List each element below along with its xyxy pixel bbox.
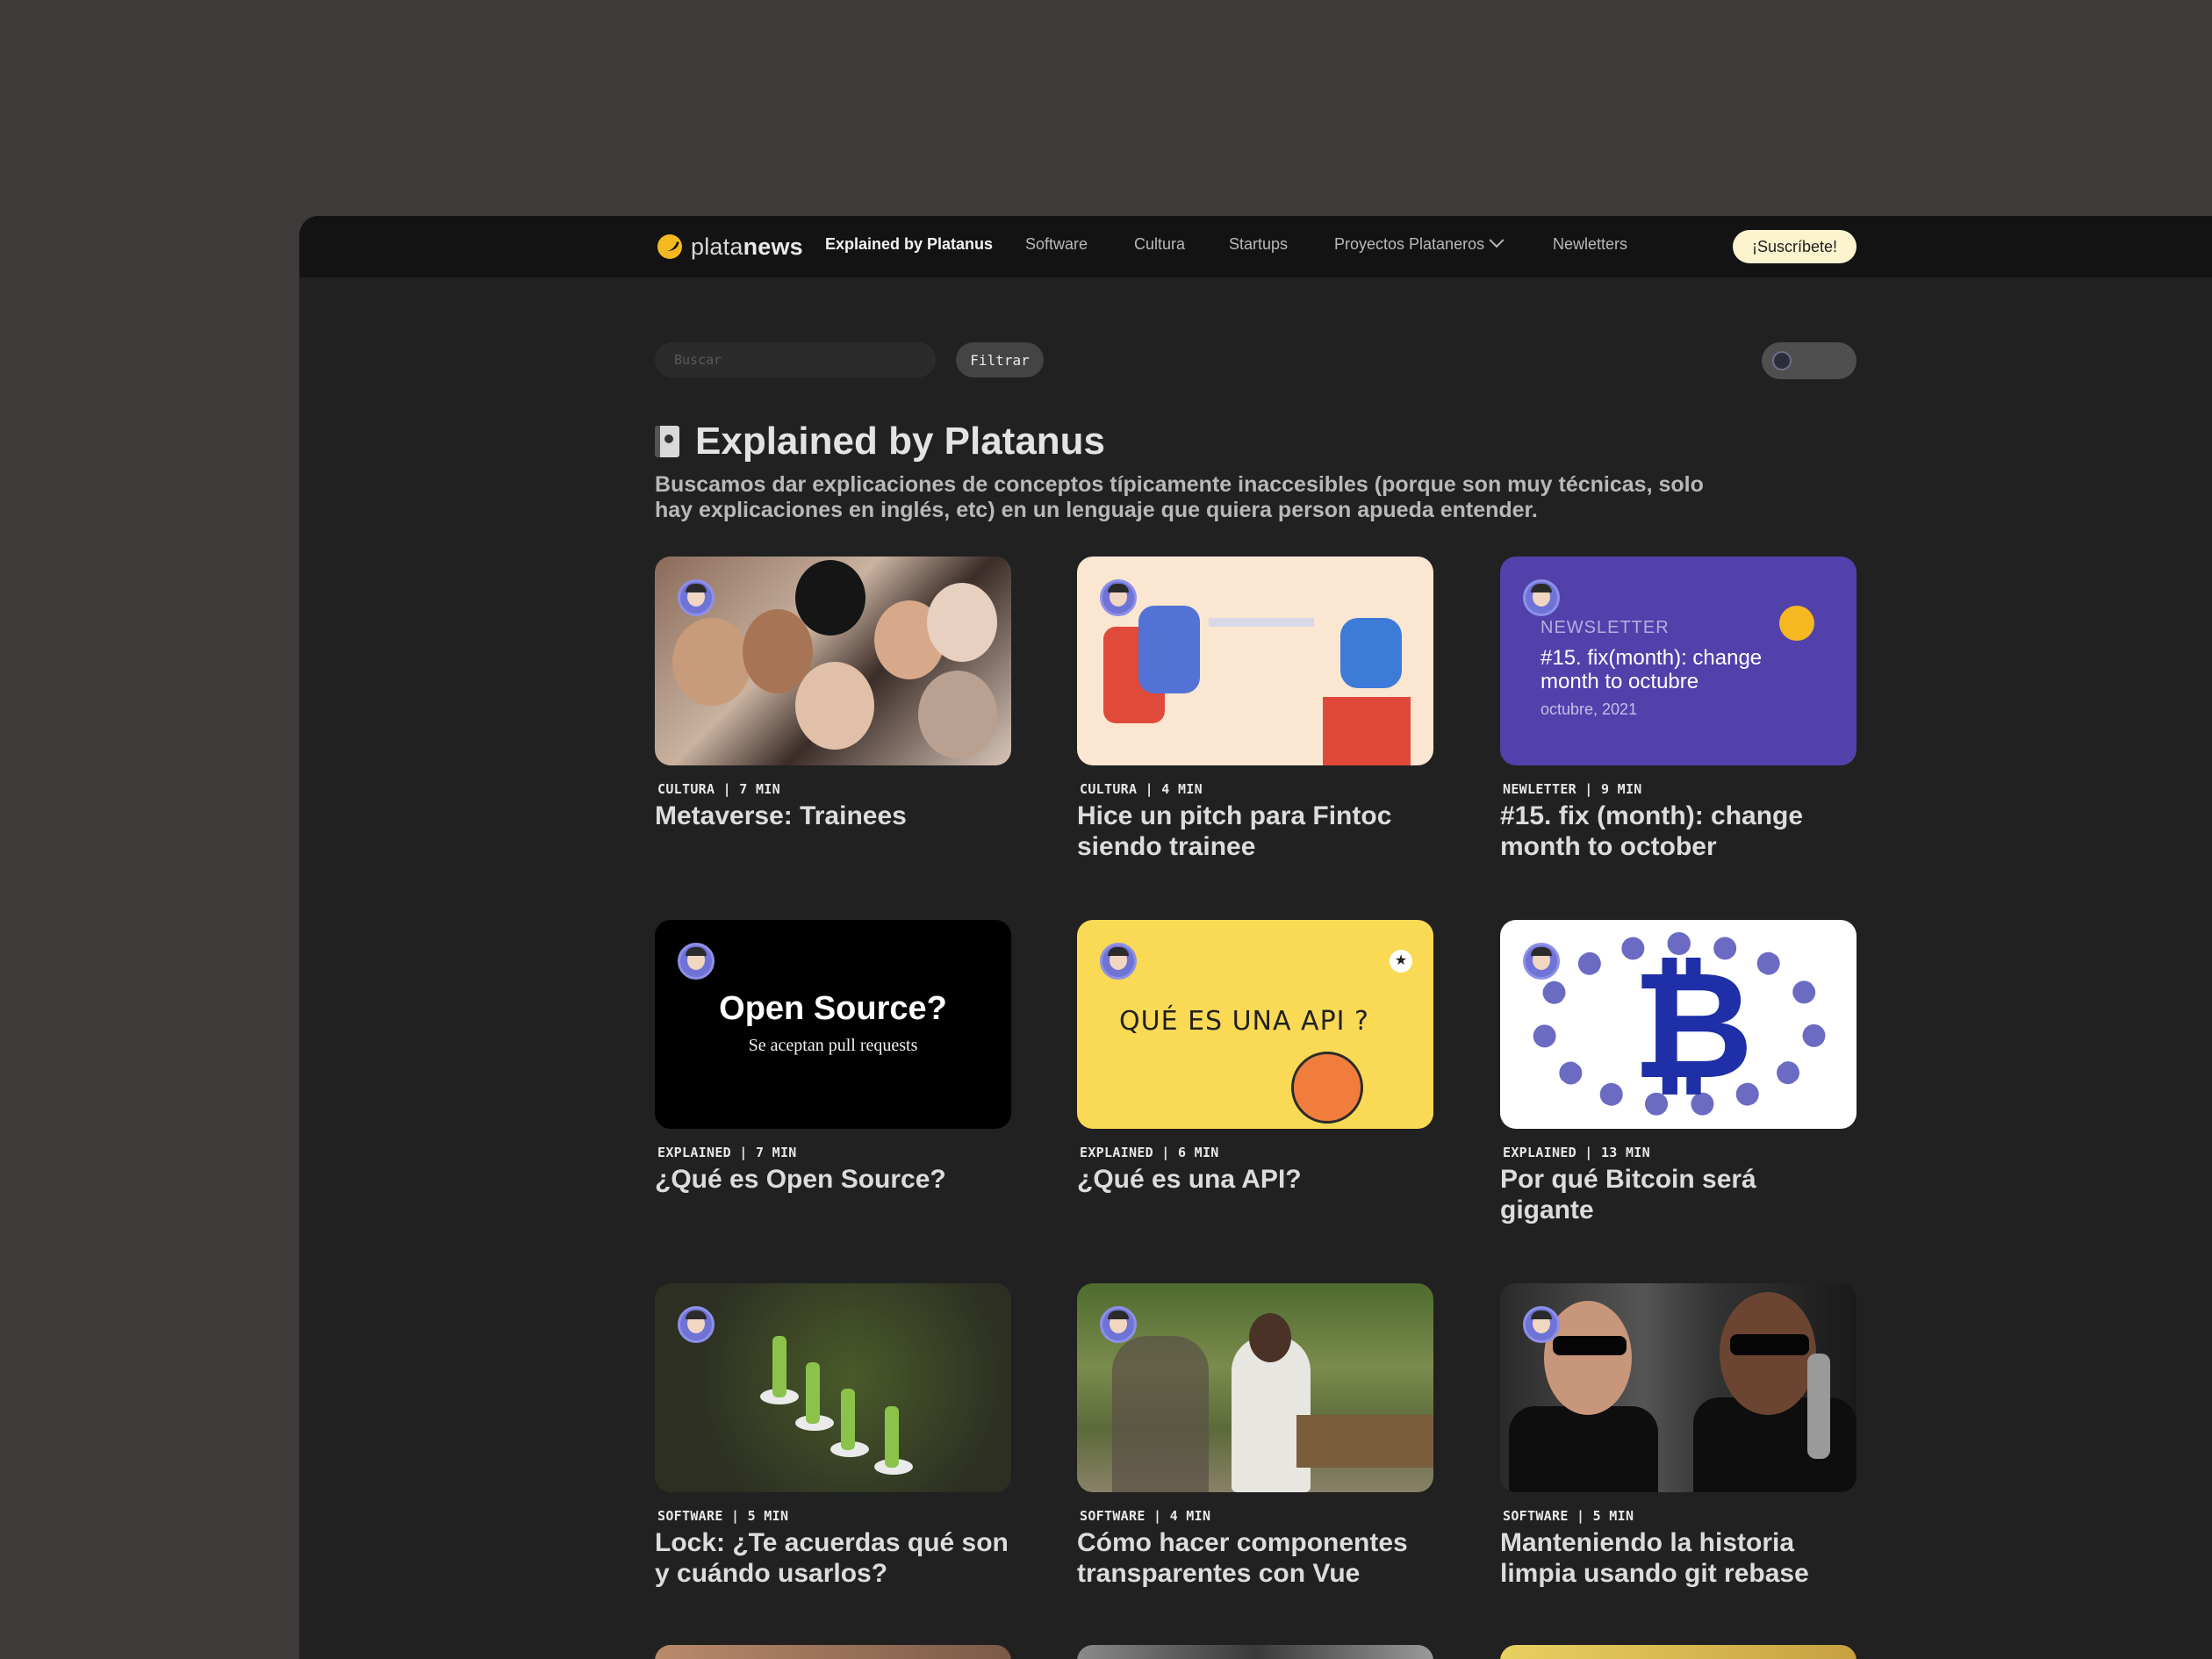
- post-title[interactable]: Metaverse: Trainees: [655, 801, 1011, 831]
- search-input[interactable]: [655, 342, 936, 377]
- post-meta: EXPLAINED | 6 MIN: [1080, 1145, 1219, 1160]
- post-meta: CULTURA | 4 MIN: [1080, 781, 1203, 797]
- post-card[interactable]: SOFTWARE | 4 MIN Cómo hacer componentes …: [1077, 1283, 1433, 1589]
- post-card[interactable]: ₿ EXPLAINED | 13 MIN Por qué Bitcoin ser…: [1500, 920, 1856, 1225]
- nav-item-explained[interactable]: Explained by Platanus: [825, 235, 993, 254]
- post-title[interactable]: Lock: ¿Te acuerdas qué son y cuándo usar…: [655, 1527, 1011, 1589]
- nav-item-proyectos-label: Proyectos Plataneros: [1334, 235, 1485, 253]
- platanews-logo[interactable]: platanews: [657, 230, 803, 263]
- thumbnail-title: Open Source?: [719, 990, 947, 1027]
- post-title[interactable]: ¿Qué es una API?: [1077, 1164, 1433, 1195]
- post-card[interactable]: SOFTWARE | 5 MIN Manteniendo la historia…: [1500, 1283, 1856, 1589]
- author-avatar: [678, 943, 715, 980]
- post-card[interactable]: CULTURA | 4 MIN Hice un pitch para Finto…: [1077, 557, 1433, 862]
- author-avatar: [1100, 579, 1137, 616]
- nav-item-newletters[interactable]: Newletters: [1553, 235, 1627, 254]
- post-title[interactable]: #15. fix (month): change month to octobe…: [1500, 801, 1856, 862]
- newsletter-label: NEWSLETTER: [1540, 618, 1670, 637]
- star-icon: ★: [1390, 950, 1412, 973]
- author-avatar: [1523, 943, 1560, 980]
- author-avatar: [1100, 1306, 1137, 1343]
- filter-button[interactable]: Filtrar: [956, 342, 1044, 377]
- top-nav: platanews Explained by Platanus Software…: [299, 216, 2212, 277]
- post-thumbnail[interactable]: [1500, 1283, 1856, 1492]
- post-meta: CULTURA | 7 MIN: [657, 781, 780, 797]
- page-description: Buscamos dar explicaciones de conceptos …: [655, 472, 1704, 522]
- post-meta: EXPLAINED | 7 MIN: [657, 1145, 797, 1160]
- notebook-icon: [655, 426, 679, 457]
- post-title[interactable]: Por qué Bitcoin será gigante: [1500, 1164, 1856, 1225]
- browser-window: platanews Explained by Platanus Software…: [299, 216, 2212, 1659]
- banana-logo-icon: [657, 234, 682, 259]
- post-thumbnail[interactable]: ₿: [1500, 920, 1856, 1129]
- post-meta: SOFTWARE | 5 MIN: [657, 1508, 789, 1524]
- post-thumbnail[interactable]: [1077, 1283, 1433, 1492]
- subscribe-button[interactable]: ¡Suscríbete!: [1733, 230, 1856, 263]
- author-avatar: [1523, 579, 1560, 616]
- post-card[interactable]: CULTURA | 7 MIN Metaverse: Trainees: [655, 557, 1011, 831]
- post-title[interactable]: Cómo hacer componentes transparentes con…: [1077, 1527, 1433, 1589]
- post-meta: NEWLETTER | 9 MIN: [1503, 781, 1642, 797]
- post-thumbnail[interactable]: ★ QUÉ ES UNA API ?: [1077, 920, 1433, 1129]
- author-avatar: [1100, 943, 1137, 980]
- thumbnail-title: QUÉ ES UNA API ?: [1119, 1006, 1369, 1037]
- banana-logo-icon: [1779, 606, 1814, 641]
- newsletter-title: #15. fix(month): change month to octubre: [1540, 646, 1763, 693]
- page-title: Explained by Platanus: [695, 420, 1106, 463]
- newsletter-date: octubre, 2021: [1540, 700, 1638, 718]
- post-card[interactable]: Open Source? Se aceptan pull requests EX…: [655, 920, 1011, 1195]
- post-card[interactable]: SOFTWARE | 5 MIN Lock: ¿Te acuerdas qué …: [655, 1283, 1011, 1589]
- theme-toggle[interactable]: [1762, 342, 1856, 379]
- post-card[interactable]: NEWSLETTER #15. fix(month): change month…: [1500, 557, 1856, 862]
- post-title[interactable]: Hice un pitch para Fintoc siendo trainee: [1077, 801, 1433, 862]
- post-meta: SOFTWARE | 4 MIN: [1080, 1508, 1211, 1524]
- page-header: Explained by Platanus: [655, 420, 1105, 463]
- post-thumbnail[interactable]: [655, 1283, 1011, 1492]
- post-thumbnail[interactable]: NEWSLETTER #15. fix(month): change month…: [1500, 557, 1856, 765]
- post-card[interactable]: ★ QUÉ ES UNA API ? EXPLAINED | 6 MIN ¿Qu…: [1077, 920, 1433, 1195]
- post-thumbnail-partial[interactable]: [1077, 1645, 1433, 1659]
- nav-item-cultura[interactable]: Cultura: [1134, 235, 1185, 254]
- post-title[interactable]: ¿Qué es Open Source?: [655, 1164, 1011, 1195]
- logo-text: platanews: [691, 233, 803, 260]
- post-thumbnail-partial[interactable]: [1500, 1645, 1856, 1659]
- author-avatar: [678, 1306, 715, 1343]
- author-avatar: [678, 579, 715, 616]
- post-title[interactable]: Manteniendo la historia limpia usando gi…: [1500, 1527, 1856, 1589]
- nav-item-startups[interactable]: Startups: [1229, 235, 1288, 254]
- post-meta: EXPLAINED | 13 MIN: [1503, 1145, 1650, 1160]
- thumbnail-subtitle: Se aceptan pull requests: [748, 1036, 918, 1055]
- chevron-down-icon: [1489, 233, 1505, 248]
- post-meta: SOFTWARE | 5 MIN: [1503, 1508, 1634, 1524]
- post-thumbnail-partial[interactable]: [655, 1645, 1011, 1659]
- confused-face-icon: [1291, 1052, 1363, 1124]
- post-thumbnail[interactable]: [1077, 557, 1433, 765]
- moon-icon: [1772, 351, 1792, 370]
- author-avatar: [1523, 1306, 1560, 1343]
- nav-item-proyectos[interactable]: Proyectos Plataneros: [1334, 233, 1505, 254]
- bitcoin-icon: ₿: [1632, 939, 1754, 1113]
- post-thumbnail[interactable]: [655, 557, 1011, 765]
- nav-item-software[interactable]: Software: [1025, 235, 1088, 254]
- post-thumbnail[interactable]: Open Source? Se aceptan pull requests: [655, 920, 1011, 1129]
